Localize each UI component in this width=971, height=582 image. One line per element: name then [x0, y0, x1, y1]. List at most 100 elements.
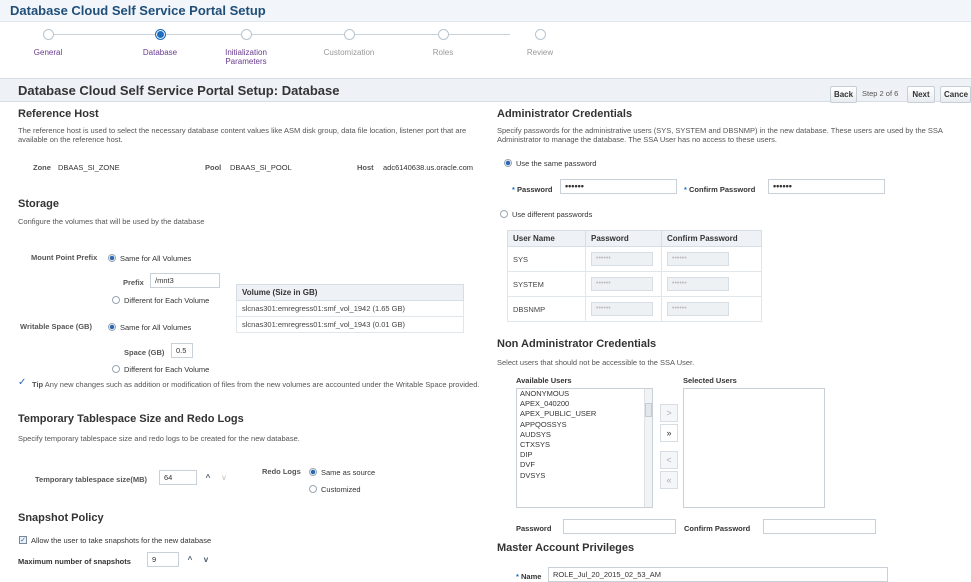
reference-host-title: Reference Host [18, 108, 99, 120]
list-item[interactable]: APEX_040200 [517, 399, 652, 409]
password-input[interactable]: •••••• [560, 179, 677, 194]
selected-users-list[interactable] [683, 388, 825, 508]
back-button[interactable]: Back [830, 86, 857, 103]
next-button[interactable]: Next [907, 86, 935, 103]
system-confirm-field[interactable]: •••••• [667, 277, 729, 291]
title-bar: Database Cloud Self Service Portal Setup [0, 0, 971, 22]
dbsnmp-confirm-field[interactable]: •••••• [667, 302, 729, 316]
confirm-password-input[interactable]: •••••• [768, 179, 885, 194]
list-item[interactable]: AUDSYS [517, 430, 652, 440]
list-item[interactable]: CTXSYS [517, 440, 652, 450]
train-step-6-dot [535, 29, 546, 40]
train-step-5-dot [438, 29, 449, 40]
confirm-password-label: * Confirm Password [684, 185, 756, 194]
writable-different-label: Different for Each Volume [124, 365, 210, 374]
same-password-radio[interactable] [504, 159, 512, 167]
step-indicator: Step 2 of 6 [862, 89, 899, 98]
master-name-label-text: Name [521, 572, 542, 581]
writable-same-radio[interactable] [108, 323, 116, 331]
table-row: DBSNMP •••••• •••••• [507, 296, 762, 322]
mount-different-label: Different for Each Volume [124, 296, 210, 305]
list-item[interactable]: APPQOSSYS [517, 420, 652, 430]
host-label: Host [357, 163, 374, 172]
tip-label: Tip [32, 380, 44, 389]
temp-size-down-icon[interactable]: v [217, 470, 231, 485]
writable-space-label: Writable Space (GB) [20, 322, 92, 331]
max-snapshots-down-icon[interactable]: v [199, 552, 213, 567]
train-step-6-label: Review [526, 48, 554, 57]
allow-snapshots-checkbox[interactable]: ✓ [19, 536, 27, 544]
train-step-5-label: Roles [432, 48, 454, 57]
space-label: Space (GB) [124, 348, 165, 357]
temp-size-input[interactable]: 64 [159, 470, 197, 485]
train-step-1-dot[interactable] [43, 29, 54, 40]
mount-different-radio[interactable] [112, 296, 120, 304]
non-admin-password-input[interactable] [563, 519, 676, 534]
non-admin-password-label: Password [516, 524, 552, 533]
allow-snapshots-label: Allow the user to take snapshots for the… [31, 536, 212, 545]
remove-all-icon[interactable]: « [660, 471, 678, 489]
max-snapshots-input[interactable]: 9 [147, 552, 179, 567]
max-snapshots-up-icon[interactable]: ^ [183, 552, 197, 567]
train-step-3-label[interactable]: Initialization Parameters [206, 48, 286, 66]
list-item[interactable]: DVF [517, 460, 652, 470]
train-step-3-dot[interactable] [241, 29, 252, 40]
temp-size-label: Temporary tablespace size(MB) [35, 475, 147, 484]
mount-same-label: Same for All Volumes [120, 254, 192, 263]
list-item[interactable]: APEX_PUBLIC_USER [517, 409, 652, 419]
writable-different-radio[interactable] [112, 365, 120, 373]
storage-title: Storage [18, 198, 59, 210]
volume-cell: slcnas301:emregress01:smf_vol_1943 (0.01… [236, 316, 464, 333]
sys-password-field[interactable]: •••••• [591, 252, 653, 266]
train-step-2-label[interactable]: Database [120, 48, 200, 57]
train-step-1-label[interactable]: General [8, 48, 88, 57]
scroll-thumb[interactable] [645, 403, 652, 417]
non-admin-title: Non Administrator Credentials [497, 338, 657, 350]
page-title: Database Cloud Self Service Portal Setup… [18, 83, 340, 98]
prefix-input[interactable]: /mnt3 [150, 273, 220, 288]
mount-same-radio[interactable] [108, 254, 116, 262]
reference-host-desc: The reference host is used to select the… [18, 126, 467, 144]
list-item[interactable]: DVSYS [517, 471, 652, 481]
train-step-4-dot [344, 29, 355, 40]
different-passwords-radio[interactable] [500, 210, 508, 218]
col-user-name: User Name [507, 230, 586, 247]
non-admin-confirm-label: Confirm Password [684, 524, 751, 533]
list-item[interactable]: ANONYMOUS [517, 389, 652, 399]
master-name-label: * Name [516, 572, 542, 581]
selected-users-label: Selected Users [683, 376, 737, 385]
move-icon[interactable]: > [660, 404, 678, 422]
max-snapshots-label: Maximum number of snapshots [18, 557, 131, 566]
list-item[interactable]: DIP [517, 450, 652, 460]
redo-logs-label: Redo Logs [262, 467, 301, 476]
storage-desc: Configure the volumes that will be used … [18, 217, 205, 226]
temp-size-up-icon[interactable]: ^ [201, 470, 215, 485]
snapshot-title: Snapshot Policy [18, 512, 104, 524]
move-all-icon[interactable]: » [660, 424, 678, 442]
non-admin-confirm-input[interactable] [763, 519, 876, 534]
redo-same-label: Same as source [321, 468, 376, 477]
space-input[interactable]: 0.5 [171, 343, 193, 358]
tip-body: Any new changes such as addition or modi… [44, 380, 480, 389]
available-users-list[interactable]: ANONYMOUS APEX_040200 APEX_PUBLIC_USER A… [516, 388, 653, 508]
dbsnmp-password-field[interactable]: •••••• [591, 302, 653, 316]
admin-credentials-desc: Specify passwords for the administrative… [497, 126, 943, 144]
redo-custom-radio[interactable] [309, 485, 317, 493]
remove-icon[interactable]: < [660, 451, 678, 469]
table-row: slcnas301:emregress01:smf_vol_1942 (1.65… [236, 300, 464, 317]
password-label-text: Password [517, 185, 553, 194]
redo-same-radio[interactable] [309, 468, 317, 476]
admin-users-table: User Name Password Confirm Password SYS … [507, 230, 762, 322]
sys-confirm-field[interactable]: •••••• [667, 252, 729, 266]
list-scrollbar[interactable] [644, 389, 652, 507]
user-name-cell: DBSNMP [507, 296, 586, 322]
cancel-button[interactable]: Cance [940, 86, 971, 103]
table-row: slcnas301:emregress01:smf_vol_1943 (0.01… [236, 316, 464, 333]
train-step-2-dot[interactable] [155, 29, 166, 40]
system-password-field[interactable]: •••••• [591, 277, 653, 291]
master-name-input[interactable]: ROLE_Jul_20_2015_02_53_AM [548, 567, 888, 582]
user-name-cell: SYS [507, 246, 586, 272]
writable-same-label: Same for All Volumes [120, 323, 192, 332]
available-users-label: Available Users [516, 376, 572, 385]
pool-label: Pool [205, 163, 222, 172]
